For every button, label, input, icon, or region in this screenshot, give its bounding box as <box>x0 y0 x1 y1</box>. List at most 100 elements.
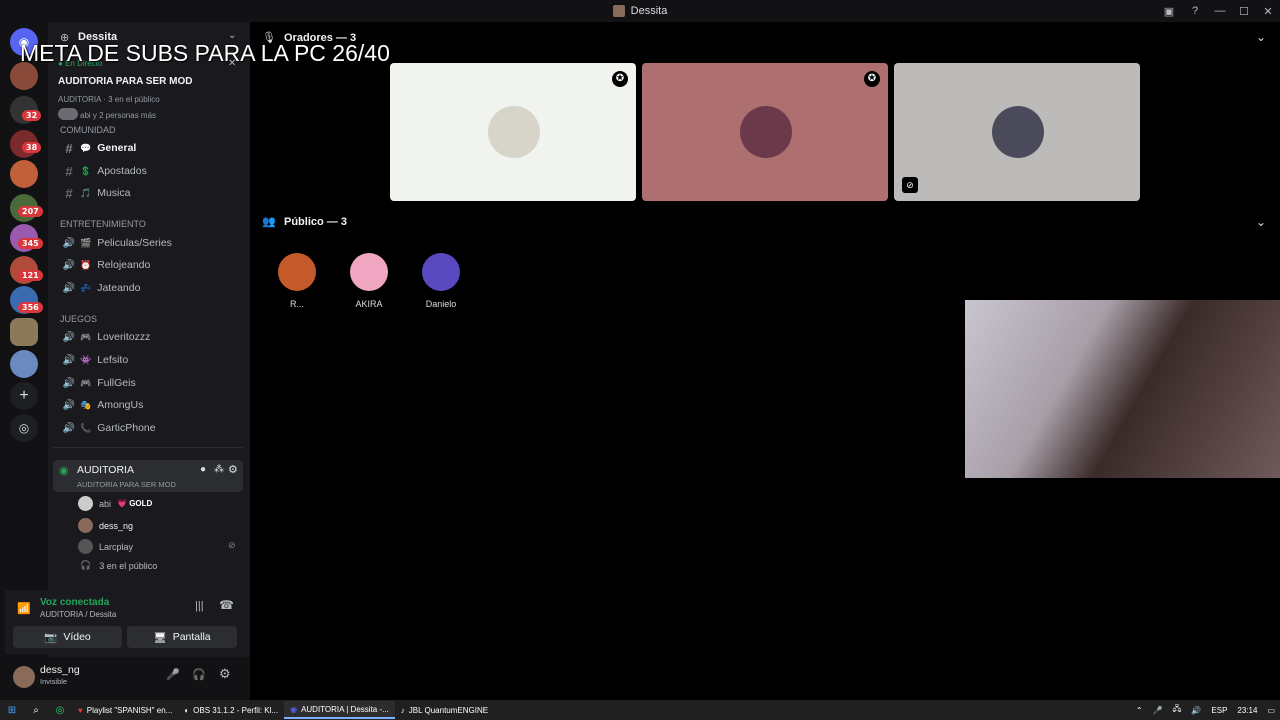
audience-count-label: 3 en el público <box>99 560 158 571</box>
microphone-icon[interactable]: 🎤 <box>1153 706 1163 715</box>
screen-share-button[interactable]: 🖥 Pantalla <box>127 626 237 648</box>
channel-emoji: 💤 <box>80 282 92 293</box>
language-indicator[interactable]: ESP <box>1211 706 1227 715</box>
hash-icon: # <box>65 140 73 156</box>
task-discord[interactable]: ◉ AUDITORIA | Dessita -... <box>284 701 395 719</box>
audience-name: AKIRA <box>355 299 383 309</box>
voice-status: Voz conectada <box>40 597 110 608</box>
channel-loveritozzz[interactable]: 🔊 🎮 Loveritozzz <box>58 327 244 347</box>
category-entretenimiento[interactable]: ENTRETENIMIENTO <box>60 219 146 229</box>
speaker-tile[interactable]: ✪ <box>390 63 636 201</box>
task-obs[interactable]: ◐ OBS 31.1.2 - Perfil: Kl... <box>178 701 284 719</box>
speaker-avatar <box>992 106 1044 158</box>
audience-member[interactable]: R... <box>275 253 319 309</box>
notification-icon[interactable]: ▭ <box>1267 706 1275 715</box>
clock[interactable]: 23:14 <box>1237 706 1257 715</box>
app-icon: ◐ <box>184 705 190 715</box>
discover-icon[interactable]: ◎ <box>10 414 38 442</box>
gold-tag-label: GOLD <box>129 499 153 508</box>
add-server-icon[interactable]: + <box>10 382 38 410</box>
voice-user[interactable]: Larcplay <box>78 539 133 554</box>
category-comunidad[interactable]: COMUNIDAD <box>60 125 116 135</box>
task-label: Playlist "SPANISH" en... <box>86 705 173 715</box>
stage-channel-auditoria[interactable]: ◉ AUDITORIA AUDITORIA PARA SER MOD ● ⁂ ⚙ <box>53 460 243 492</box>
server-icon[interactable] <box>10 160 38 188</box>
avatar <box>78 539 93 554</box>
minimize-button[interactable]: — <box>1208 5 1232 17</box>
volume-icon[interactable]: 🔊 <box>1191 706 1201 715</box>
avatar <box>350 253 388 291</box>
channel-label: Lefsito <box>97 354 129 366</box>
audience-member[interactable]: Danielo <box>419 253 463 309</box>
settings-gear-icon[interactable]: ⚙ <box>219 666 231 682</box>
category-juegos[interactable]: JUEGOS <box>60 314 97 324</box>
channel-lefsito[interactable]: 🔊 👾 Lefsito <box>58 350 244 370</box>
video-button[interactable]: 📷 Vídeo <box>13 626 122 648</box>
avatar <box>278 253 316 291</box>
channel-apostados[interactable]: # 💲 Apostados <box>58 161 244 181</box>
screen-icon: 🖥 <box>153 631 167 644</box>
event-title[interactable]: AUDITORIA PARA SER MOD <box>58 76 192 87</box>
chevron-up-icon[interactable]: ⌃ <box>1136 706 1143 715</box>
channel-peliculas-series[interactable]: 🔊 🎬 Peliculas/Series <box>58 233 244 253</box>
gear-icon[interactable]: ⚙ <box>228 463 238 476</box>
chat-icon[interactable]: ● <box>200 464 206 475</box>
channel-garticphone[interactable]: 🔊 📞 GarticPhone <box>58 418 244 438</box>
microphone-icon[interactable]: 🎤 <box>166 668 180 681</box>
headphones-icon[interactable]: 🎧 <box>192 668 206 681</box>
user-name[interactable]: dess_ng <box>40 664 80 676</box>
hash-icon: # <box>65 163 73 179</box>
taskbar: ⊞ ⌕ ◎ ♥ Playlist "SPANISH" en... ◐ OBS 31.… <box>0 700 1280 720</box>
channel-musica[interactable]: # 🎵 Musica <box>58 183 244 203</box>
whatsapp-icon[interactable]: ◎ <box>48 705 72 716</box>
audience-name: R... <box>289 299 304 309</box>
channel-fullgeis[interactable]: 🔊 🎮 FullGeis <box>58 373 244 393</box>
channel-label: Apostados <box>97 165 147 177</box>
task-label: OBS 31.1.2 - Perfil: Kl... <box>193 705 279 715</box>
gold-tag: 💗 GOLD <box>117 499 153 508</box>
task-playlist[interactable]: ♥ Playlist "SPANISH" en... <box>72 701 178 719</box>
mention-badge: 207 <box>18 206 43 217</box>
task-jbl[interactable]: ♪ JBL QuantumENGINE <box>395 701 494 719</box>
invite-icon[interactable]: ⁂ <box>214 464 224 475</box>
inbox-icon[interactable]: ▣ <box>1156 5 1182 18</box>
noise-suppression-icon[interactable]: ||| <box>195 600 204 612</box>
channel-relojeando[interactable]: 🔊 ⏰ Relojeando <box>58 255 244 275</box>
close-button[interactable]: ✕ <box>1256 5 1280 18</box>
speaker-icon: 🔊 <box>62 422 76 434</box>
speaker-avatar <box>488 106 540 158</box>
voice-user[interactable]: dess_ng <box>78 518 133 533</box>
channel-label: Peliculas/Series <box>97 237 172 249</box>
channel-jateando[interactable]: 🔊 💤 Jateando <box>58 278 244 298</box>
help-icon[interactable]: ? <box>1182 5 1208 17</box>
disconnect-icon[interactable]: ☎ <box>219 598 234 612</box>
speaker-tile[interactable]: ⊘ <box>894 63 1140 201</box>
headphones-icon: 🎧 <box>80 560 92 570</box>
speaker-avatar <box>740 106 792 158</box>
signal-icon[interactable]: 📶 <box>17 602 31 615</box>
server-icon[interactable] <box>10 350 38 378</box>
app-icon: ♪ <box>400 705 405 715</box>
chevron-down-icon[interactable]: ⌄ <box>1256 215 1266 229</box>
voice-user-name: Larcplay <box>99 541 134 552</box>
divider <box>53 447 243 448</box>
channel-amongus[interactable]: 🔊 🎭 AmongUs <box>58 395 244 415</box>
voice-user[interactable]: abi 💗 GOLD <box>78 496 152 511</box>
start-icon[interactable]: ⊞ <box>0 705 24 716</box>
network-icon[interactable]: 🖧 <box>1173 703 1182 717</box>
video-label: Vídeo <box>63 631 91 643</box>
speaker-tile[interactable]: ✪ <box>642 63 888 201</box>
search-icon[interactable]: ⌕ <box>24 705 48 716</box>
voice-location[interactable]: AUDITORIA / Dessita <box>40 610 116 619</box>
audience-member[interactable]: AKIRA <box>347 253 391 309</box>
channel-emoji: 📞 <box>80 422 92 433</box>
channel-emoji: 🎵 <box>80 187 92 198</box>
active-server-icon[interactable] <box>10 318 38 346</box>
title-bar: Dessita ▣ ? — ☐ ✕ <box>0 0 1280 22</box>
maximize-button[interactable]: ☐ <box>1232 5 1256 18</box>
chevron-down-icon[interactable]: ⌄ <box>1256 30 1266 44</box>
window-controls: ▣ ? — ☐ ✕ <box>1156 0 1280 22</box>
channel-general[interactable]: # 💬 General <box>58 138 244 158</box>
audience-count[interactable]: 🎧 3 en el público <box>78 560 157 571</box>
avatar[interactable] <box>13 666 35 688</box>
